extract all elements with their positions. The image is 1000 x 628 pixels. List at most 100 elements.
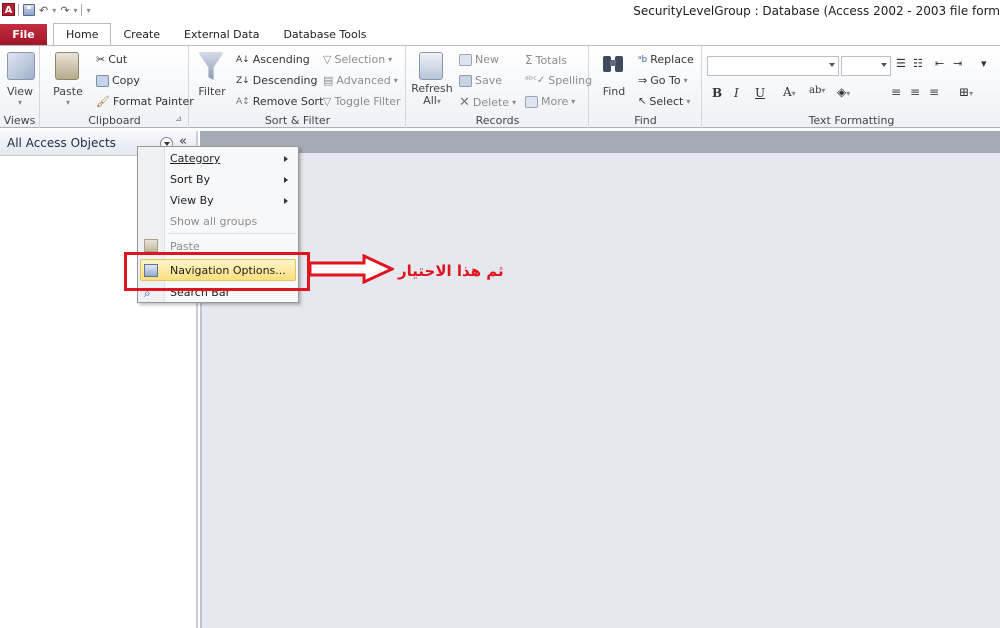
spelling-button[interactable]: ᵃᵇᶜ✓ Spelling: [525, 74, 592, 87]
text-formatting-group-label: Text Formatting: [808, 114, 895, 127]
menu-item-sort-by[interactable]: Sort By: [170, 173, 210, 186]
new-record-button[interactable]: New: [459, 53, 499, 66]
save-record-button[interactable]: Save: [459, 74, 502, 87]
go-to-dropdown-icon: ▾: [683, 76, 688, 85]
totals-button[interactable]: Σ Totals: [525, 53, 567, 67]
dialog-launcher-icon[interactable]: ⊿: [175, 114, 182, 123]
save-icon[interactable]: [23, 4, 35, 16]
align-center-icon[interactable]: ≡: [910, 85, 920, 99]
undo-icon[interactable]: ↶: [39, 4, 48, 17]
font-name-combo[interactable]: [707, 56, 839, 76]
clipboard-label-text: Clipboard: [88, 114, 141, 127]
refresh-all-button[interactable]: Refresh All▾: [411, 83, 453, 108]
copy-button[interactable]: Copy: [96, 74, 140, 87]
format-painter-button[interactable]: 🖌 Format Painter: [96, 95, 194, 108]
font-color-icon[interactable]: A▾: [783, 85, 796, 99]
font-name-dropdown-icon[interactable]: [829, 63, 835, 67]
find-button[interactable]: Find: [594, 85, 634, 98]
cursor-arrow-icon: ↖: [638, 96, 647, 107]
increase-indent-icon[interactable]: ⇥: [953, 57, 962, 70]
align-right-icon[interactable]: ≡: [929, 85, 939, 99]
undo-dropdown-icon[interactable]: ▾: [52, 6, 56, 15]
document-tab-strip: [200, 131, 1000, 153]
filter-icon[interactable]: [198, 52, 224, 80]
refresh-dropdown-icon: ▾: [436, 97, 441, 106]
delete-record-button[interactable]: ✕ Delete ▾: [459, 95, 516, 110]
records-group-label: Records: [475, 114, 520, 127]
selection-label: Selection: [334, 53, 386, 66]
paste-icon[interactable]: [55, 52, 79, 80]
numbering-icon[interactable]: ☷: [913, 57, 923, 70]
view-button[interactable]: View: [0, 85, 40, 98]
refresh-icon[interactable]: [419, 52, 443, 80]
scissors-icon: ✂: [96, 53, 106, 66]
toggle-filter-button[interactable]: ▽ Toggle Filter: [323, 95, 401, 108]
cut-button[interactable]: ✂ Cut: [96, 53, 127, 66]
clipboard-group: Paste ▾ ✂ Cut Copy 🖌 Format Painter Clipbo…: [41, 46, 194, 128]
bold-button[interactable]: B: [712, 86, 722, 100]
replace-icon: ᵃb: [638, 54, 648, 65]
submenu-arrow-icon: [284, 177, 288, 183]
more-icon: [525, 95, 538, 108]
submenu-arrow-icon: [284, 198, 288, 204]
views-group: View ▾ Views: [0, 46, 40, 128]
go-to-button[interactable]: ⇒ Go To ▾: [638, 74, 688, 87]
annotation-highlight-box: [124, 252, 310, 291]
ascending-button[interactable]: A↓ Ascending: [236, 53, 310, 66]
tab-file[interactable]: File: [0, 24, 47, 45]
tab-create[interactable]: Create: [111, 24, 172, 45]
gridlines-icon[interactable]: ⊞▾: [959, 85, 973, 99]
tab-external-data[interactable]: External Data: [172, 24, 271, 45]
underline-button[interactable]: U: [755, 86, 765, 100]
arrow-right-icon: ⇒: [638, 74, 648, 87]
toggle-filter-label: Toggle Filter: [334, 95, 401, 108]
redo-dropdown-icon[interactable]: ▾: [73, 6, 77, 15]
decrease-indent-icon[interactable]: ⇤: [935, 57, 944, 70]
replace-label: Replace: [650, 53, 694, 66]
redo-icon[interactable]: ↷: [60, 4, 69, 17]
ribbon-tabs: File Home Create External Data Database …: [0, 23, 1000, 45]
advanced-button[interactable]: ▤ Advanced ▾: [323, 74, 398, 87]
fill-color-icon[interactable]: ◈▾: [837, 85, 850, 99]
advanced-filter-icon: ▤: [323, 74, 334, 87]
window-title: SecurityLevelGroup : Database (Access 20…: [633, 4, 1000, 18]
format-painter-label: Format Painter: [112, 95, 194, 108]
tab-home[interactable]: Home: [53, 23, 112, 45]
highlight-icon[interactable]: ab▾: [809, 85, 825, 96]
select-label: Select: [649, 95, 684, 108]
delete-label: Delete: [472, 96, 510, 109]
view-icon[interactable]: [7, 52, 35, 80]
replace-button[interactable]: ᵃb Replace: [638, 53, 694, 66]
binoculars-icon[interactable]: [600, 52, 626, 80]
qat-separator: [81, 4, 83, 16]
font-size-dropdown-icon[interactable]: [881, 63, 887, 67]
tab-database-tools[interactable]: Database Tools: [271, 24, 378, 45]
menu-item-category[interactable]: Category: [170, 152, 220, 165]
copy-icon: [96, 74, 109, 87]
select-button[interactable]: ↖ Select ▾: [638, 95, 690, 108]
menu-item-show-all-groups[interactable]: Show all groups: [170, 215, 257, 228]
filter-button[interactable]: Filter: [194, 85, 230, 98]
italic-button[interactable]: I: [734, 86, 739, 100]
records-group: Refresh All▾ New Save ✕ Delete ▾ Σ Totals ᵃᵇ…: [407, 46, 592, 128]
customize-qat-icon[interactable]: ▾: [86, 6, 90, 15]
paste-dropdown-icon[interactable]: ▾: [46, 98, 90, 107]
selection-button[interactable]: ▽ Selection ▾: [323, 53, 392, 66]
delete-x-icon: ✕: [459, 95, 470, 110]
font-size-combo[interactable]: [841, 56, 891, 76]
view-dropdown-icon[interactable]: ▾: [0, 98, 40, 107]
advanced-dropdown-icon: ▾: [393, 76, 398, 85]
descending-button[interactable]: Z↓ Descending: [236, 74, 317, 87]
bullets-icon[interactable]: ☰: [896, 57, 906, 70]
remove-sort-label: Remove Sort: [252, 95, 324, 108]
paste-button[interactable]: Paste: [46, 85, 90, 98]
align-left-icon[interactable]: ≡: [891, 85, 901, 99]
more-button[interactable]: More ▾: [525, 95, 575, 108]
ribbon: View ▾ Views Paste ▾ ✂ Cut Copy 🖌 Format P…: [0, 45, 1000, 128]
access-app-icon[interactable]: A: [2, 3, 15, 16]
remove-sort-button[interactable]: A↕ Remove Sort: [236, 95, 323, 108]
sort-descending-icon: Z↓: [236, 75, 250, 86]
quick-access-toolbar: ↶ ▾ ↷ ▾ ▾: [18, 2, 90, 18]
paragraph-more-icon[interactable]: ▾: [981, 57, 987, 70]
menu-item-view-by[interactable]: View By: [170, 194, 214, 207]
